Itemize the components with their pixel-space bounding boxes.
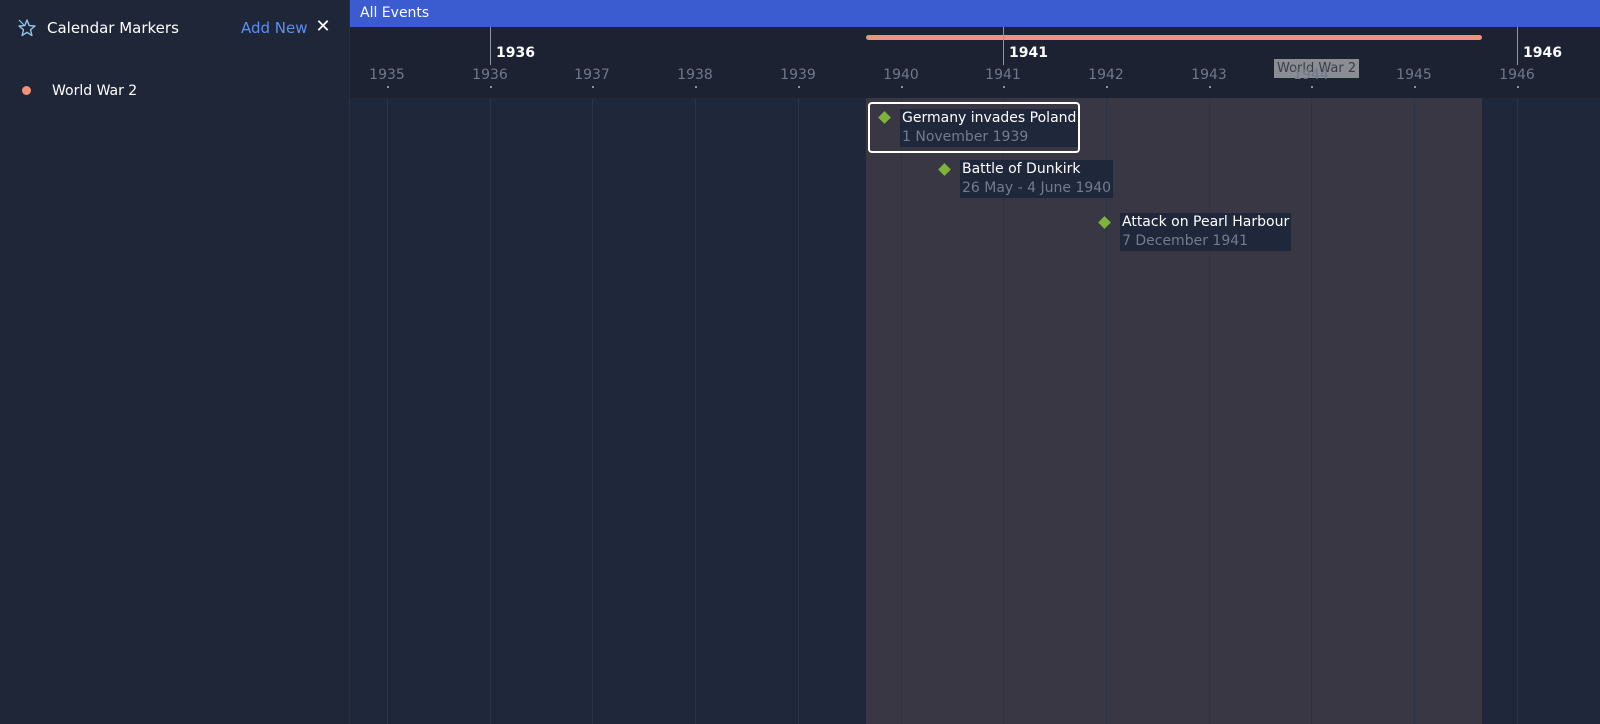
close-icon[interactable]: ✕ <box>315 16 331 38</box>
add-new-button[interactable]: Add New <box>241 17 308 39</box>
minor-tick-label: 1944 <box>1293 67 1329 83</box>
minor-tick-dot <box>1003 86 1005 88</box>
event-date: 1 November 1939 <box>902 129 1029 145</box>
sidebar-title: Calendar Markers <box>47 19 179 37</box>
event-item[interactable]: Germany invades Poland 1 November 1939 <box>868 102 1080 153</box>
major-tick-label: 1941 <box>1009 45 1048 61</box>
app-root: Calendar Markers Add New ✕ World War 2 A… <box>0 0 1600 724</box>
minor-tick-label: 1939 <box>780 67 816 83</box>
event-textbox: Germany invades Poland 1 November 1939 <box>900 109 1079 147</box>
minor-tick-label: 1938 <box>677 67 713 83</box>
grid-line <box>1311 98 1312 724</box>
minor-tick-dot <box>1311 86 1313 88</box>
grid-line <box>798 98 799 724</box>
grid-line <box>387 98 388 724</box>
minor-tick-label: 1945 <box>1396 67 1432 83</box>
minor-tick-label: 1941 <box>985 67 1021 83</box>
grid-line <box>695 98 696 724</box>
major-tick-label: 1936 <box>496 45 535 61</box>
minor-tick-dot <box>798 86 800 88</box>
grid-line <box>592 98 593 724</box>
marker-item-world-war-2[interactable]: World War 2 <box>0 78 350 104</box>
event-textbox: Battle of Dunkirk 26 May - 4 June 1940 <box>960 160 1114 198</box>
sidebar-header: Calendar Markers Add New ✕ <box>0 0 350 56</box>
star-outline-icon <box>16 17 38 39</box>
minor-tick-dot <box>490 86 492 88</box>
event-date: 7 December 1941 <box>1122 233 1249 249</box>
minor-tick-dot <box>592 86 594 88</box>
minor-tick-dot <box>1106 86 1108 88</box>
minor-tick-dot <box>695 86 697 88</box>
minor-tick-dot <box>1517 86 1519 88</box>
minor-tick-label: 1937 <box>574 67 610 83</box>
major-tick <box>1517 27 1518 65</box>
minor-tick-label: 1942 <box>1088 67 1124 83</box>
minor-tick-dot <box>387 86 389 88</box>
event-diamond-icon <box>878 111 891 124</box>
event-title: Battle of Dunkirk <box>962 161 1081 177</box>
all-events-group-bar[interactable]: All Events <box>350 0 1600 27</box>
timeline[interactable]: All Events World War 2 1935 1936 1937 1938 1… <box>350 0 1600 724</box>
grid-line <box>490 98 491 724</box>
minor-tick-dot <box>1209 86 1211 88</box>
grid-line <box>1414 98 1415 724</box>
major-tick <box>1003 27 1004 65</box>
all-events-label: All Events <box>360 5 430 21</box>
marker-range-shade <box>866 98 1482 724</box>
minor-tick-label: 1935 <box>369 67 405 83</box>
minor-tick-label: 1936 <box>472 67 508 83</box>
event-date: 26 May - 4 June 1940 <box>962 180 1112 196</box>
grid-line <box>1209 98 1210 724</box>
major-tick-label: 1946 <box>1523 45 1562 61</box>
sidebar: Calendar Markers Add New ✕ World War 2 <box>0 0 350 724</box>
marker-color-dot <box>22 86 31 95</box>
major-tick <box>490 27 491 65</box>
minor-tick-dot <box>1414 86 1416 88</box>
grid-line <box>1517 98 1518 724</box>
minor-tick-label: 1940 <box>883 67 919 83</box>
minor-tick-label: 1946 <box>1499 67 1535 83</box>
marker-label: World War 2 <box>52 83 138 99</box>
grid-line <box>901 98 902 724</box>
marker-range-bar[interactable] <box>866 35 1482 40</box>
minor-tick-dot <box>901 86 903 88</box>
minor-tick-label: 1943 <box>1191 67 1227 83</box>
event-title: Attack on Pearl Harbour <box>1122 214 1290 230</box>
event-textbox: Attack on Pearl Harbour 7 December 1941 <box>1120 213 1292 251</box>
event-title: Germany invades Poland <box>902 110 1077 126</box>
